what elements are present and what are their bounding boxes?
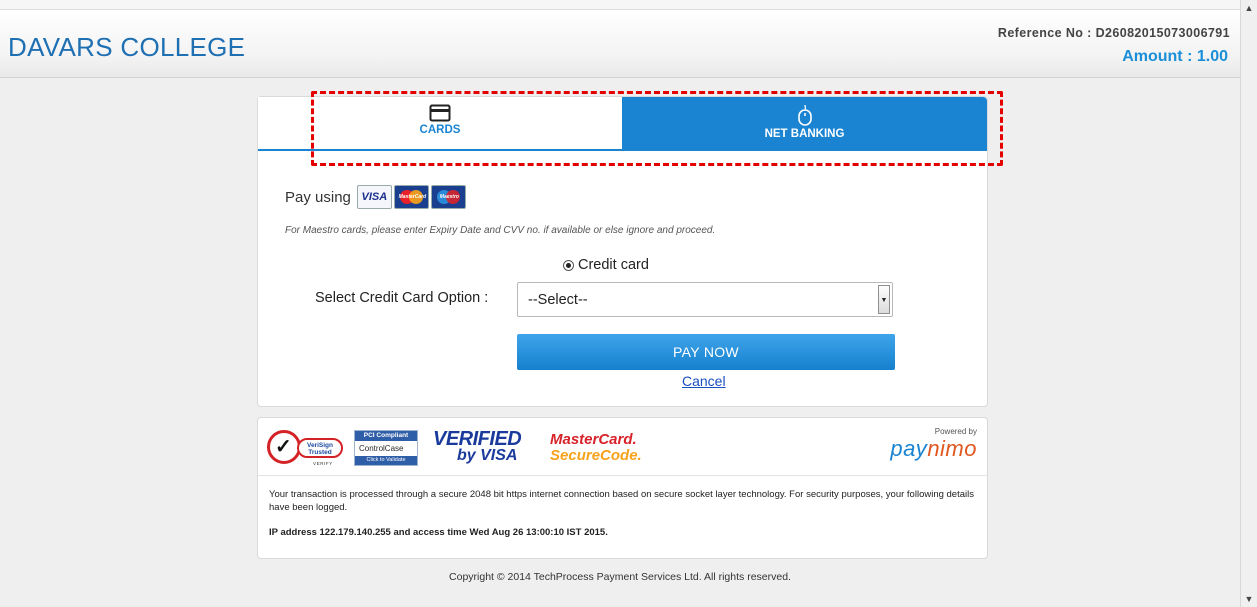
select-value: --Select-- xyxy=(528,292,588,308)
dropdown-arrow-icon[interactable]: ▼ xyxy=(878,285,890,314)
window-top-strip xyxy=(0,0,1240,10)
mouse-icon xyxy=(797,104,812,126)
credit-card-radio-row[interactable]: Credit card xyxy=(563,257,649,273)
maestro-logo: Maestro xyxy=(430,185,466,209)
security-notice: Your transaction is processed through a … xyxy=(269,489,974,513)
credit-card-icon xyxy=(429,104,451,122)
checkmark-icon: ✓ xyxy=(275,436,292,458)
powered-by-paynimo: Powered by paynimo xyxy=(887,427,977,462)
mastercard-logo: MasterCard xyxy=(393,185,429,209)
credit-card-radio-label: Credit card xyxy=(578,257,649,273)
select-credit-card-label: Select Credit Card Option : xyxy=(315,290,489,306)
college-title: DAVARS COLLEGE xyxy=(8,32,246,62)
payment-tabs: CARDS NET BANKING xyxy=(258,97,987,151)
payment-panel: CARDS NET BANKING Pay using VISA MasterC… xyxy=(257,96,988,407)
reference-number: Reference No : D26082015073006791 xyxy=(997,26,1230,40)
maestro-note: For Maestro cards, please enter Expiry D… xyxy=(285,225,716,236)
credit-card-radio[interactable] xyxy=(563,259,574,271)
visa-logo: VISA xyxy=(356,185,392,209)
page-header: DAVARS COLLEGE Reference No : D260820150… xyxy=(0,10,1240,78)
mastercard-securecode-logo: MasterCard. SecureCode. xyxy=(550,431,642,464)
scroll-down-icon[interactable]: ▼ xyxy=(1241,591,1257,607)
tab-cards-label: CARDS xyxy=(419,124,461,136)
tab-net-banking[interactable]: NET BANKING xyxy=(622,97,987,149)
cancel-link[interactable]: Cancel xyxy=(682,373,726,389)
credit-card-option-select[interactable]: --Select-- ▼ xyxy=(517,282,893,317)
trust-logos-row: ✓ VeriSign Trusted VERIFY PCI Compliant C… xyxy=(258,418,987,476)
amount-label: Amount : 1.00 xyxy=(1122,48,1228,65)
scroll-up-icon[interactable]: ▲ xyxy=(1241,0,1257,16)
trust-panel: ✓ VeriSign Trusted VERIFY PCI Compliant C… xyxy=(257,417,988,559)
tab-cards[interactable]: CARDS xyxy=(258,97,622,149)
pay-now-button[interactable]: PAY NOW xyxy=(517,334,895,370)
copyright-footer: Copyright © 2014 TechProcess Payment Ser… xyxy=(449,571,791,583)
ip-access-log: IP address 122.179.140.255 and access ti… xyxy=(269,527,608,538)
pci-compliant-logo[interactable]: PCI Compliant ControlCase Click to Valid… xyxy=(354,430,418,466)
pay-using-label: Pay using xyxy=(285,188,351,206)
verified-by-visa-logo: VERIFIED by VISA xyxy=(433,428,522,464)
vertical-scrollbar[interactable]: ▲ ▼ xyxy=(1240,0,1257,607)
pay-using-row: Pay using VISA MasterCard Maestro xyxy=(285,185,468,209)
verisign-trusted-logo[interactable]: ✓ VeriSign Trusted VERIFY xyxy=(267,430,345,466)
tab-net-banking-label: NET BANKING xyxy=(764,128,845,140)
paynimo-logo: paynimo xyxy=(890,436,977,461)
